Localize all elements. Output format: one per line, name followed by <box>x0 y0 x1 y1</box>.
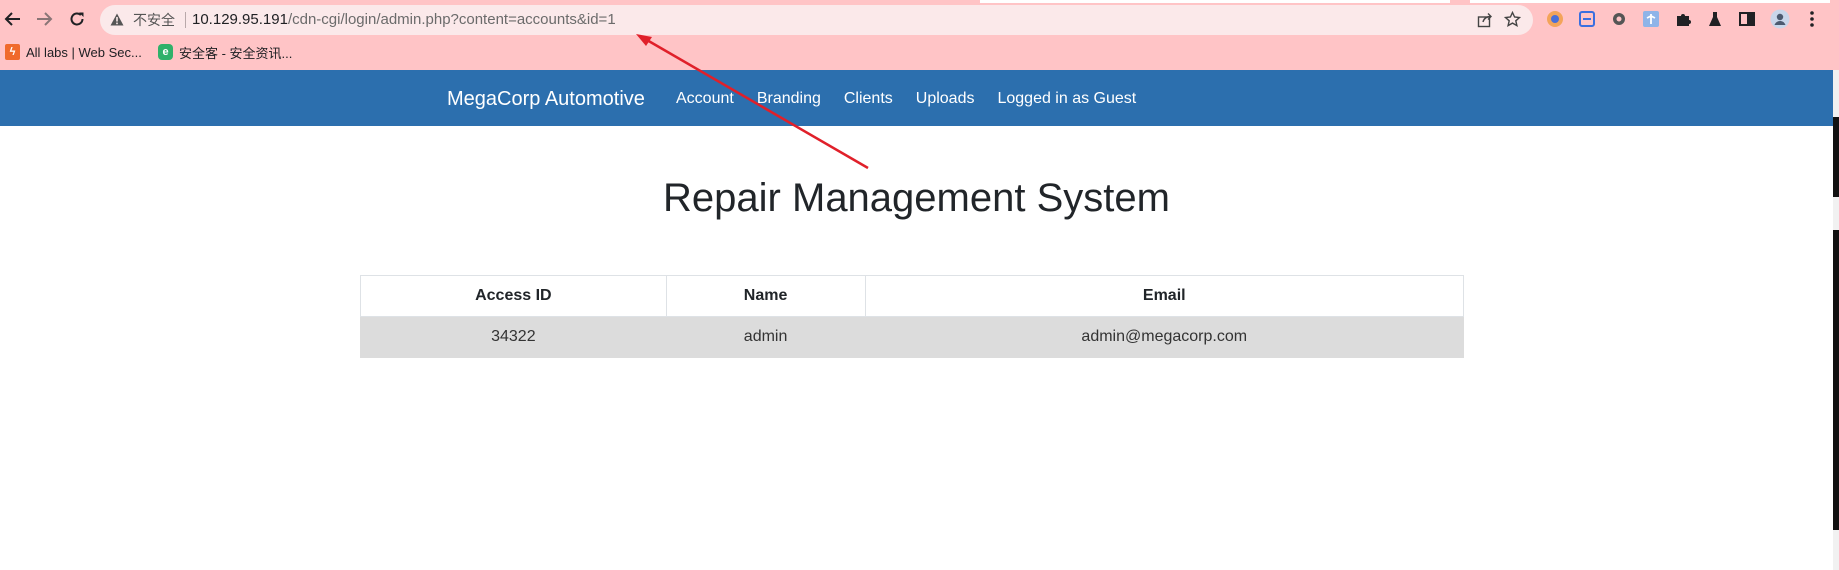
omnibox-divider <box>185 12 186 28</box>
nav-logged-in-user[interactable]: Logged in as Guest <box>997 89 1136 109</box>
cell-access-id: 34322 <box>360 316 667 358</box>
table-row: 34322 admin admin@megacorp.com <box>360 316 1464 358</box>
anquanke-logo-icon: e <box>158 44 173 60</box>
page-title: Repair Management System <box>663 176 1170 220</box>
back-button[interactable] <box>0 6 26 32</box>
profile-avatar-icon[interactable] <box>1770 9 1790 29</box>
security-status[interactable]: 不安全 <box>133 12 175 28</box>
arrow-left-icon <box>4 12 20 26</box>
extension-gear-icon[interactable] <box>1609 9 1629 29</box>
lightning-icon: ϟ <box>5 44 20 60</box>
accounts-table: Access ID Name Email 34322 admin admin@m… <box>360 275 1464 358</box>
address-bar[interactable]: 不安全 10.129.95.191/cdn-cgi/login/admin.ph… <box>100 5 1533 35</box>
nav-clients[interactable]: Clients <box>844 89 893 109</box>
column-header-email: Email <box>864 275 1464 317</box>
scrollbar-thumb[interactable] <box>1833 230 1839 530</box>
page-scrollbar[interactable] <box>1833 70 1839 570</box>
extension-figure-icon[interactable] <box>1641 9 1661 29</box>
reload-icon <box>70 12 84 26</box>
side-panel-icon[interactable] <box>1737 9 1757 29</box>
bookmark-label: 安全客 - 安全资讯... <box>179 45 293 61</box>
nav-uploads[interactable]: Uploads <box>916 89 975 109</box>
extension-record-icon[interactable] <box>1545 9 1565 29</box>
url-path: /cdn-cgi/login/admin.php?content=account… <box>287 11 616 28</box>
nav-links: Account Branding Clients Uploads Logged … <box>676 89 1159 109</box>
table-header-row: Access ID Name Email <box>360 275 1464 317</box>
bookmark-star-icon[interactable] <box>1504 11 1521 28</box>
column-header-name: Name <box>665 275 866 317</box>
url-text[interactable]: 10.129.95.191/cdn-cgi/login/admin.php?co… <box>192 12 616 28</box>
extensions-puzzle-icon[interactable] <box>1673 9 1693 29</box>
share-icon[interactable] <box>1477 12 1493 28</box>
bookmark-anquanke[interactable]: e 安全客 - 安全资讯... <box>158 42 292 62</box>
site-navbar: MegaCorp Automotive Account Branding Cli… <box>0 70 1833 126</box>
warning-icon <box>110 13 124 26</box>
nav-account[interactable]: Account <box>676 89 734 109</box>
scrollbar-thumb[interactable] <box>1833 117 1839 197</box>
tab-strip-edge <box>980 0 1450 3</box>
arrow-right-icon <box>37 12 53 26</box>
site-brand-link[interactable]: MegaCorp Automotive <box>447 87 645 111</box>
reload-button[interactable] <box>64 6 90 32</box>
cell-name: admin <box>665 316 866 358</box>
browser-chrome: 不安全 10.129.95.191/cdn-cgi/login/admin.ph… <box>0 0 1839 70</box>
nav-branding[interactable]: Branding <box>757 89 821 109</box>
extension-sync-icon[interactable] <box>1577 9 1597 29</box>
extension-flask-icon[interactable] <box>1705 9 1725 29</box>
forward-button[interactable] <box>31 6 57 32</box>
url-host: 10.129.95.191 <box>192 11 288 28</box>
bookmark-all-labs[interactable]: ϟ All labs | Web Sec... <box>5 42 142 62</box>
browser-menu-icon[interactable] <box>1802 9 1822 29</box>
bookmark-label: All labs | Web Sec... <box>26 44 142 60</box>
column-header-access-id: Access ID <box>360 275 667 317</box>
tab-strip-edge <box>1470 0 1830 3</box>
cell-email: admin@megacorp.com <box>864 316 1464 358</box>
